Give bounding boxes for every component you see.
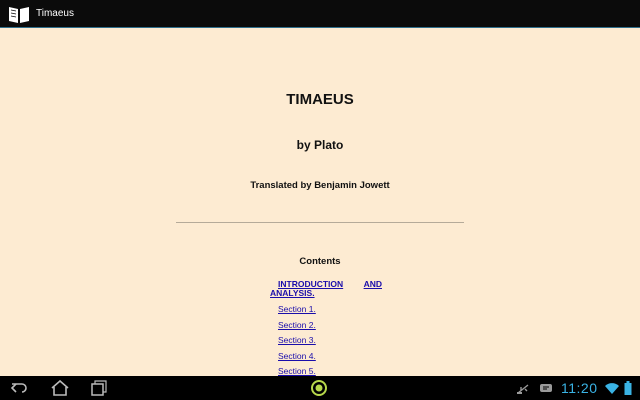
app-title: Timaeus (36, 8, 74, 19)
book-translator: Translated by Benjamin Jowett (250, 180, 390, 191)
notification-icon (540, 384, 552, 392)
recent-apps-icon[interactable] (90, 379, 108, 397)
wifi-icon (605, 383, 619, 394)
menu-circle-icon[interactable] (310, 379, 328, 397)
home-icon[interactable] (50, 379, 70, 397)
toc-link-section-2[interactable]: Section 2. (278, 320, 316, 330)
toc-link-section-3[interactable]: Section 3. (278, 335, 316, 345)
book-page[interactable]: TIMAEUS by Plato Translated by Benjamin … (0, 28, 640, 376)
toc-link-introduction[interactable]: INTRODUCTION AND ANALYSIS. (270, 280, 382, 298)
usb-icon (517, 384, 529, 394)
book-icon[interactable] (8, 4, 30, 24)
contents-heading: Contents (299, 256, 341, 267)
toc-link-section-4[interactable]: Section 4. (278, 351, 316, 361)
toc-link-section-1[interactable]: Section 1. (278, 304, 316, 314)
battery-icon (624, 381, 632, 395)
toc-intro-word-3: ANALYSIS. (270, 288, 315, 298)
system-nav-bar: 11:20 (0, 376, 640, 400)
status-clock: 11:20 (561, 380, 598, 396)
toc-link-section-5[interactable]: Section 5. (278, 366, 316, 376)
book-author: by Plato (296, 138, 344, 152)
back-icon[interactable] (10, 379, 28, 397)
toc-intro-word-2: AND (363, 279, 382, 289)
action-bar: Timaeus (0, 0, 640, 28)
book-title: TIMAEUS (286, 91, 354, 108)
horizontal-divider (176, 222, 464, 223)
